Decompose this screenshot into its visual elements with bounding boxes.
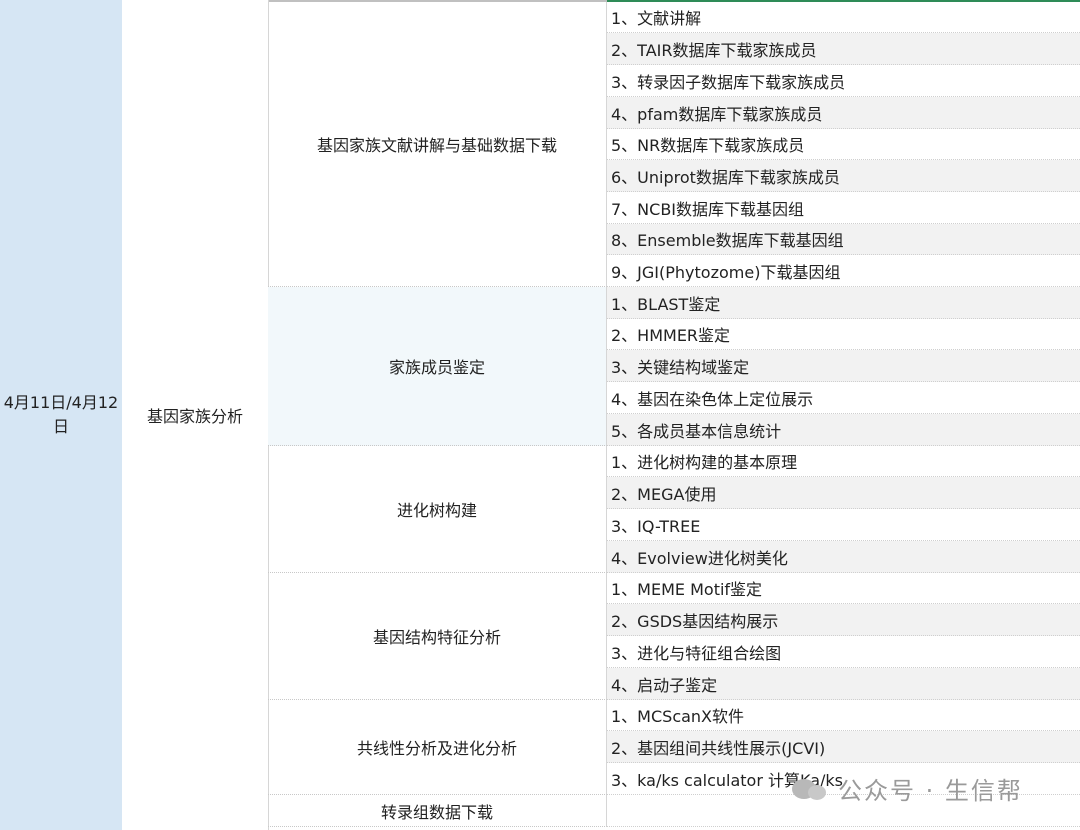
item-text: 4、基因在染色体上定位展示 (611, 389, 814, 409)
item-text: 1、进化树构建的基本原理 (611, 453, 798, 472)
item-row[interactable]: 2、GSDS基因结构展示 (607, 604, 1080, 636)
item-text: 2、HMMER鉴定 (611, 326, 731, 345)
item-row[interactable]: 1、MEME Motif鉴定 (607, 573, 1080, 604)
item-row[interactable]: 9、JGI(Phytozome)下载基因组 (607, 255, 1080, 287)
topic-cell[interactable]: 转录组数据下载 (268, 795, 607, 827)
item-text: 1、MCScanX软件 (611, 707, 745, 726)
item-row[interactable]: 5、NR数据库下载家族成员 (607, 129, 1080, 160)
topic-text: 共线性分析及进化分析 (356, 739, 517, 758)
item-text: 1、MEME Motif鉴定 (611, 580, 763, 599)
item-text: 1、文献讲解 (611, 9, 702, 28)
item-text: 5、各成员基本信息统计 (611, 421, 782, 441)
item-row[interactable]: 3、转录因子数据库下载家族成员 (607, 65, 1080, 97)
topic-cell[interactable]: 基因家族文献讲解与基础数据下载 (268, 2, 607, 287)
wechat-official-account-icon (792, 775, 830, 801)
course-text: 基因家族分析 (146, 407, 243, 426)
course-cell[interactable]: 基因家族分析 (122, 0, 269, 830)
item-text: 4、Evolview进化树美化 (611, 548, 788, 568)
item-row[interactable]: 4、Evolview进化树美化 (607, 541, 1080, 573)
item-row[interactable]: 1、BLAST鉴定 (607, 287, 1080, 319)
item-row[interactable]: 1、文献讲解 (607, 2, 1080, 33)
item-text: 2、GSDS基因结构展示 (611, 611, 779, 631)
item-row[interactable]: 1、MCScanX软件 (607, 700, 1080, 731)
item-row[interactable]: 4、启动子鉴定 (607, 668, 1080, 700)
item-text: 4、启动子鉴定 (611, 675, 718, 695)
item-text: 3、关键结构域鉴定 (611, 357, 750, 377)
item-row[interactable]: 4、pfam数据库下载家族成员 (607, 97, 1080, 129)
topic-cell[interactable]: 进化树构建 (268, 446, 607, 573)
watermark-text: 公众号 · 生信帮 (838, 776, 1023, 805)
item-text: 2、MEGA使用 (611, 484, 717, 504)
item-text: 8、Ensemble数据库下载基因组 (611, 231, 844, 250)
item-row[interactable]: 3、进化与特征组合绘图 (607, 636, 1080, 668)
watermark: 公众号 · 生信帮 (792, 766, 1023, 810)
item-row[interactable]: 2、MEGA使用 (607, 477, 1080, 509)
topic-cell[interactable]: 家族成员鉴定 (268, 287, 607, 446)
topic-text: 进化树构建 (396, 501, 477, 520)
item-text: 2、基因组间共线性展示(JCVI) (611, 738, 826, 758)
item-text: 6、Uniprot数据库下载家族成员 (611, 167, 840, 187)
topic-text: 基因家族文献讲解与基础数据下载 (316, 136, 557, 155)
date-text: 4月11日/4月12日 (3, 393, 119, 436)
item-text: 4、pfam数据库下载家族成员 (611, 104, 823, 124)
item-row[interactable]: 7、NCBI数据库下载基因组 (607, 192, 1080, 224)
item-row[interactable]: 1、进化树构建的基本原理 (607, 446, 1080, 477)
topic-cell[interactable]: 基因结构特征分析 (268, 573, 607, 700)
item-text: 5、NR数据库下载家族成员 (611, 136, 805, 155)
item-row[interactable]: 2、基因组间共线性展示(JCVI) (607, 731, 1080, 763)
topic-text: 转录组数据下载 (380, 802, 493, 822)
item-row[interactable]: 3、关键结构域鉴定 (607, 350, 1080, 382)
topic-cell[interactable]: 共线性分析及进化分析 (268, 700, 607, 795)
item-row[interactable]: 2、TAIR数据库下载家族成员 (607, 33, 1080, 65)
item-row[interactable]: 3、IQ-TREE (607, 509, 1080, 541)
topic-text: 基因结构特征分析 (372, 628, 501, 647)
date-cell[interactable]: 4月11日/4月12日 (0, 0, 123, 830)
item-text: 7、NCBI数据库下载基因组 (611, 199, 805, 219)
item-row[interactable]: 8、Ensemble数据库下载基因组 (607, 224, 1080, 255)
schedule-table: 4月11日/4月12日 基因家族分析 基因家族文献讲解与基础数据下载 家族成员鉴… (0, 0, 1080, 830)
item-text: 3、转录因子数据库下载家族成员 (611, 72, 846, 92)
item-text: 9、JGI(Phytozome)下载基因组 (611, 262, 841, 282)
item-row[interactable]: 4、基因在染色体上定位展示 (607, 382, 1080, 414)
item-text: 1、BLAST鉴定 (611, 294, 721, 314)
topic-text: 家族成员鉴定 (388, 358, 485, 377)
item-text: 3、IQ-TREE (611, 516, 701, 536)
item-row[interactable]: 5、各成员基本信息统计 (607, 414, 1080, 446)
item-text: 2、TAIR数据库下载家族成员 (611, 40, 817, 60)
item-row[interactable]: 2、HMMER鉴定 (607, 319, 1080, 350)
item-row[interactable]: 6、Uniprot数据库下载家族成员 (607, 160, 1080, 192)
item-text: 3、进化与特征组合绘图 (611, 643, 782, 663)
